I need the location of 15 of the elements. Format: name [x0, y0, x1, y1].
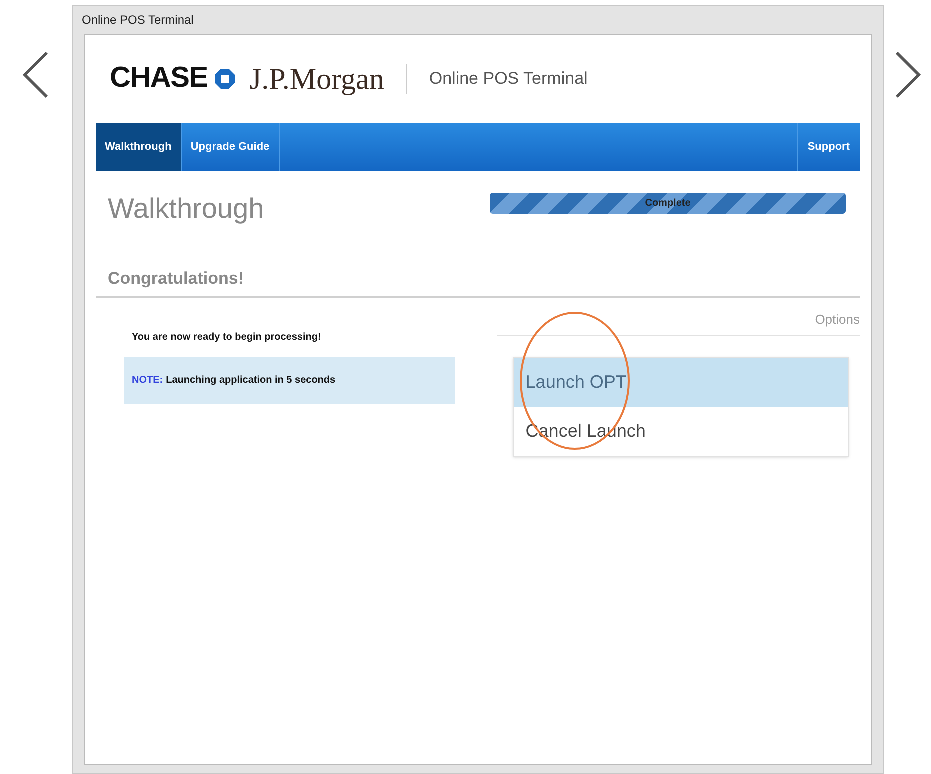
ready-message: You are now ready to begin processing!	[131, 330, 322, 344]
options-heading: Options	[815, 310, 860, 329]
option-item[interactable]: Launch OPT	[514, 358, 848, 407]
support-link[interactable]: Support	[796, 123, 860, 171]
note-banner: NOTE: Launching application in 5 seconds	[124, 356, 455, 404]
brand-secondary-text: J.P.Morgan	[250, 62, 384, 98]
section-title: Congratulations!	[108, 268, 245, 290]
brand-logo-text: CHASE	[110, 61, 208, 96]
page-title: Walkthrough	[108, 195, 264, 223]
nav-tab[interactable]: Upgrade Guide	[182, 123, 280, 171]
octagon-logo-icon	[214, 68, 236, 90]
progress-label: Complete	[644, 197, 692, 211]
product-name: Online POS Terminal	[429, 68, 588, 90]
window-title: Online POS Terminal	[82, 12, 195, 29]
nav-tab[interactable]: Walkthrough	[96, 123, 182, 171]
